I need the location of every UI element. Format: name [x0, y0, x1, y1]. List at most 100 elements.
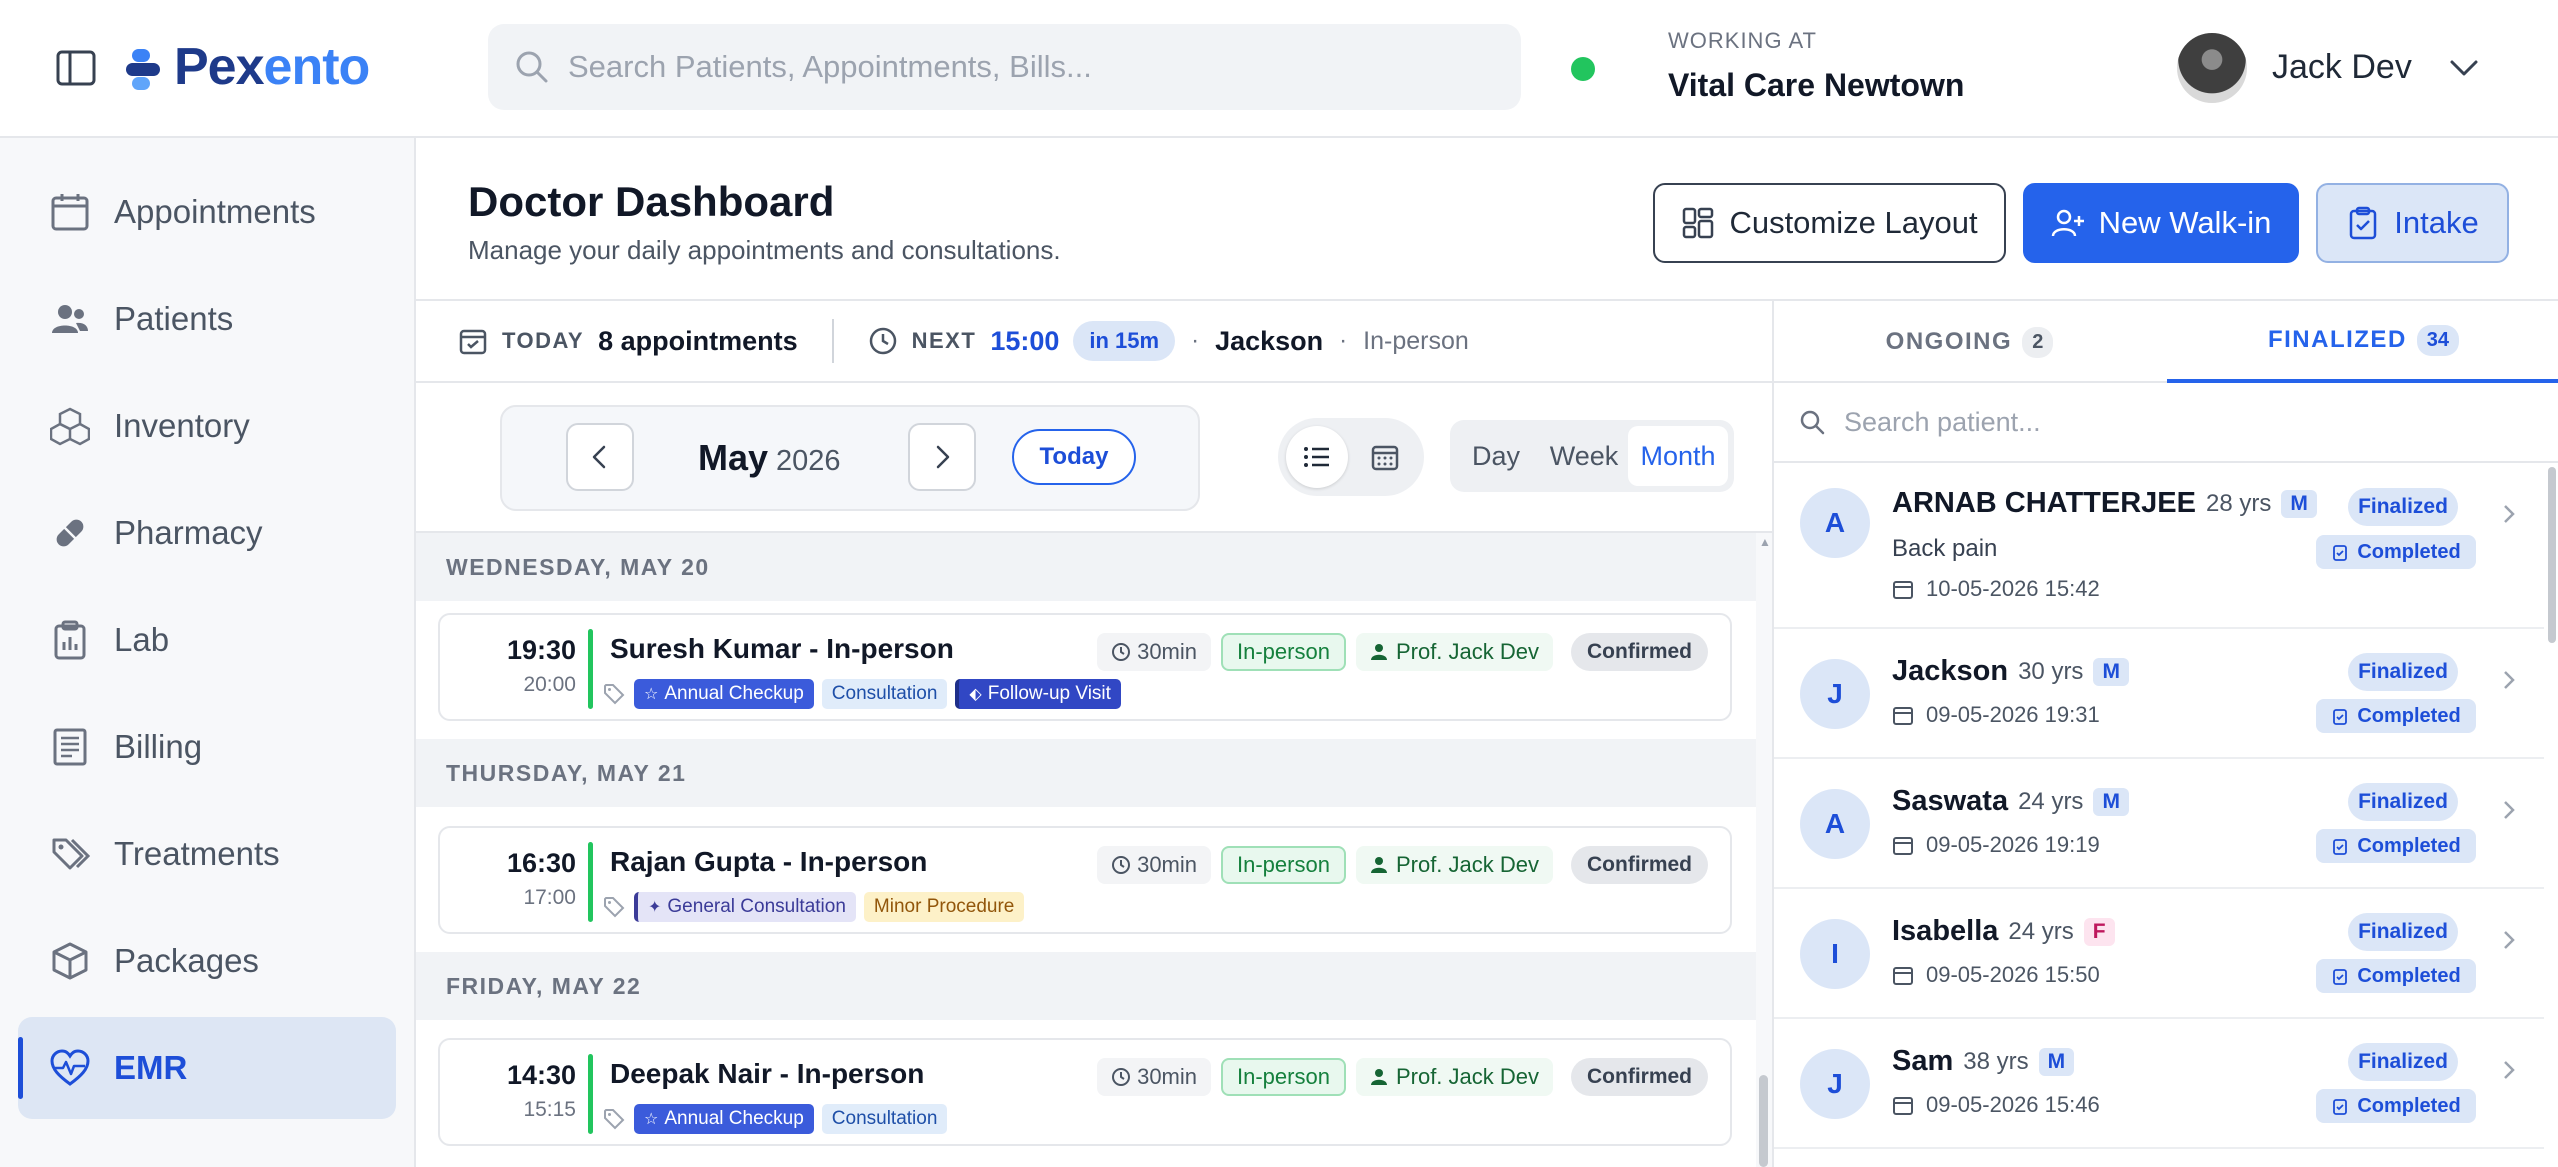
mode-badge: In-person	[1221, 846, 1346, 884]
tab-finalized[interactable]: FINALIZED 34	[2167, 301, 2558, 383]
user-plus-icon	[2051, 209, 2084, 237]
sidebar-item-lab[interactable]: Lab	[18, 589, 396, 691]
ongoing-count: 2	[2022, 326, 2054, 358]
patient-row[interactable]: A ARNAB CHATTERJEE 28 yrs M Back pain 10-0…	[1774, 463, 2544, 629]
boxes-icon	[48, 404, 92, 448]
appointment-card[interactable]: 19:30 20:00 Suresh Kumar - In-person ☆ An…	[438, 613, 1732, 721]
consultation-tabs: ONGOING 2 FINALIZED 34	[1774, 301, 2558, 383]
clinic-name[interactable]: Vital Care Newtown	[1668, 67, 1964, 104]
next-patient-name[interactable]: Jackson	[1215, 326, 1323, 357]
heart-pulse-icon	[48, 1046, 92, 1090]
tag-general-consultation: ✦ General Consultation	[634, 892, 856, 922]
patient-avatar: A	[1800, 789, 1870, 859]
tab-ongoing[interactable]: ONGOING 2	[1774, 301, 2165, 383]
day-header: FRIDAY, MAY 22	[416, 952, 1756, 1020]
status-bar	[588, 1054, 593, 1134]
next-month-button[interactable]	[908, 423, 976, 491]
chevron-right-icon[interactable]	[2498, 925, 2520, 955]
consultation-date: 10-05-2026 15:42	[1926, 576, 2100, 601]
appointment-list: WEDNESDAY, MAY 20 19:30 20:00 Suresh Kum…	[416, 533, 1756, 1167]
status-bar	[588, 842, 593, 922]
patient-row[interactable]: A Saswata 24 yrs M 09-05-2026 19:19 Finali…	[1774, 759, 2544, 889]
star-icon: ☆	[644, 686, 659, 703]
sidebar-item-inventory[interactable]: Inventory	[18, 375, 396, 477]
patient-sex-badge: M	[2038, 1047, 2075, 1076]
appointment-card[interactable]: 16:30 17:00 Rajan Gupta - In-person ✦ Gen…	[438, 826, 1732, 934]
patient-row[interactable]: J Sam 38 yrs M 09-05-2026 15:46 Finalized …	[1774, 1019, 2544, 1149]
sidebar-item-pharmacy[interactable]: Pharmacy	[18, 482, 396, 584]
app-logo[interactable]: Pexento	[126, 32, 370, 102]
finalized-badge: Finalized	[2348, 913, 2458, 951]
clock-icon	[1112, 856, 1131, 874]
intake-button[interactable]: Intake	[2316, 183, 2509, 263]
sidebar-item-billing[interactable]: Billing	[18, 696, 396, 798]
patient-row[interactable]: I Isabella 24 yrs F 09-05-2026 15:50 Final…	[1774, 889, 2544, 1019]
patient-search-input[interactable]	[1844, 406, 2484, 438]
sidebar-item-label: Packages	[114, 942, 259, 979]
range-day-button[interactable]: Day	[1456, 426, 1536, 486]
appointment-end-time: 20:00	[523, 673, 576, 696]
patient-list-scrollbar-thumb[interactable]	[2548, 467, 2556, 643]
clipboard-check-icon	[2333, 839, 2348, 855]
doctor-badge: Prof. Jack Dev	[1355, 846, 1553, 884]
finalized-badge: Finalized	[2348, 653, 2458, 691]
global-search-input[interactable]	[568, 49, 1468, 85]
appointment-card[interactable]: 14:30 15:15 Deepak Nair - In-person ☆ Ann…	[438, 1038, 1732, 1146]
sidebar-item-label: Patients	[114, 300, 234, 337]
chevron-right-icon[interactable]	[2498, 665, 2520, 695]
patient-sex-badge: M	[2093, 787, 2129, 816]
previous-month-button[interactable]	[566, 423, 634, 491]
appointment-scrollbar[interactable]	[1756, 533, 1772, 1167]
layout-icon	[1683, 207, 1714, 239]
appointment-title: Rajan Gupta - In-person	[610, 846, 928, 877]
sidebar-item-packages[interactable]: Packages	[18, 910, 396, 1012]
sidebar-toggle-icon[interactable]	[54, 46, 98, 90]
clock-icon	[1112, 1068, 1131, 1086]
sidebar-item-appointments[interactable]: Appointments	[18, 161, 396, 263]
status-bar	[588, 629, 593, 709]
range-month-button[interactable]: Month	[1628, 426, 1728, 486]
tag-consultation: Consultation	[821, 1104, 948, 1134]
patient-age: 24 yrs	[2008, 917, 2074, 945]
patient-age: 24 yrs	[2018, 787, 2084, 815]
scroll-up-arrow-icon[interactable]: ▲	[1759, 535, 1771, 549]
today-button[interactable]: Today	[1012, 429, 1136, 485]
chevron-down-icon[interactable]	[2446, 52, 2482, 84]
next-appointment-time: 15:00	[990, 325, 1060, 356]
tag-icon	[604, 897, 625, 918]
consultation-panel: ONGOING 2 FINALIZED 34 A ARNAB CHATTERJE…	[1772, 301, 2558, 1167]
sidebar-item-patients[interactable]: Patients	[18, 268, 396, 370]
finalized-badge: Finalized	[2348, 783, 2458, 821]
user-avatar[interactable]	[2177, 33, 2247, 103]
sidebar-item-emr[interactable]: EMR	[18, 1017, 396, 1119]
chevron-right-icon[interactable]	[2498, 1055, 2520, 1085]
patient-name: Jackson	[1892, 655, 2009, 687]
logo-text-prefix: Pex	[174, 38, 265, 96]
intake-label: Intake	[2394, 205, 2479, 240]
duration-badge: 30min	[1097, 846, 1211, 884]
appointment-scrollbar-thumb[interactable]	[1759, 1075, 1768, 1167]
global-search[interactable]	[488, 24, 1521, 110]
chevron-right-icon[interactable]	[2498, 499, 2520, 529]
sidebar-item-treatments[interactable]: Treatments	[18, 803, 396, 905]
next-appointment-countdown: in 15m	[1073, 321, 1176, 361]
patient-search[interactable]	[1774, 383, 2558, 463]
user-name[interactable]: Jack Dev	[2272, 48, 2412, 87]
patient-sex-badge: F	[2083, 917, 2115, 946]
tag-annual-checkup: ☆ Annual Checkup	[634, 1104, 814, 1134]
range-week-button[interactable]: Week	[1538, 426, 1630, 486]
pill-icon	[48, 511, 92, 555]
calendar-view-button[interactable]	[1354, 426, 1416, 488]
chevron-right-icon[interactable]	[2498, 795, 2520, 825]
completed-badge: Completed	[2316, 535, 2476, 569]
list-view-button[interactable]	[1286, 426, 1348, 488]
online-status-indicator	[1571, 57, 1595, 81]
patient-row[interactable]: J Jackson 30 yrs M 09-05-2026 19:31 Finali…	[1774, 629, 2544, 759]
patient-name: Sam	[1892, 1045, 1954, 1077]
patient-avatar: J	[1800, 1049, 1870, 1119]
patient-avatar: I	[1800, 919, 1870, 989]
customize-layout-button[interactable]: Customize Layout	[1653, 183, 2006, 263]
patient-name: Isabella	[1892, 915, 1999, 947]
appointment-start-time: 16:30	[506, 848, 576, 878]
new-walk-in-button[interactable]: New Walk-in	[2023, 183, 2299, 263]
